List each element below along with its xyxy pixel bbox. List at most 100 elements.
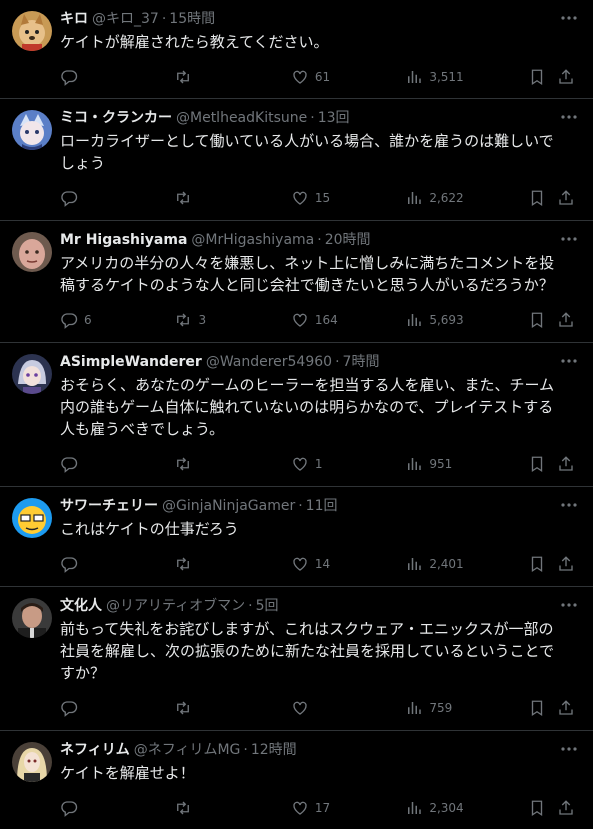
more-icon[interactable] [559,739,579,759]
avatar[interactable] [12,110,52,150]
more-icon[interactable] [559,107,579,127]
bookmark-button[interactable] [528,311,558,329]
timestamp[interactable]: 12時間 [251,741,297,759]
bookmark-button[interactable] [528,189,558,207]
more-icon[interactable] [559,229,579,249]
bookmark-icon [531,700,542,717]
like-button[interactable]: 61 [291,68,405,86]
bookmark-button[interactable] [528,455,558,473]
timestamp[interactable]: 15時間 [169,10,215,28]
user-handle[interactable]: @ネフィリムMG [134,741,241,759]
like-button[interactable]: 15 [291,189,405,207]
bookmark-button[interactable] [528,68,558,86]
reply-button[interactable] [60,799,174,817]
reply-tweet[interactable]: 文化人 @リアリティオブマン · 5回 前もって失礼をお詫びしますが、これはスク… [0,587,593,731]
retweet-button[interactable] [174,799,290,817]
tweet-actions: 15 2,622 [60,178,577,218]
retweet-button[interactable] [174,68,290,86]
display-name[interactable]: サワーチェリー [60,497,158,515]
separator: · [161,11,167,27]
timestamp[interactable]: 20時間 [325,231,371,249]
user-handle[interactable]: @GinjaNinjaGamer [162,497,295,515]
views-button[interactable]: 2,622 [405,189,527,207]
separator: · [335,354,340,370]
views-button[interactable]: 5,693 [405,311,527,329]
share-button[interactable] [557,311,577,329]
timestamp[interactable]: 13回 [318,109,350,127]
reply-button[interactable] [60,189,174,207]
views-button[interactable]: 759 [405,699,527,717]
views-button[interactable]: 2,304 [405,799,527,817]
timestamp[interactable]: 7時間 [343,353,380,371]
timestamp[interactable]: 5回 [256,597,279,615]
tweet-actions: 759 [60,688,577,728]
more-icon[interactable] [559,495,579,515]
like-count: 14 [314,557,331,571]
avatar[interactable] [12,598,52,638]
reply-button[interactable]: 6 [60,311,174,329]
like-count: 17 [314,801,331,815]
user-handle[interactable]: @リアリティオブマン [106,597,245,615]
display-name[interactable]: ASimpleWanderer [60,353,202,371]
views-button[interactable]: 2,401 [405,555,527,573]
bookmark-icon [531,556,542,573]
display-name[interactable]: 文化人 [60,597,102,615]
share-button[interactable] [557,555,577,573]
like-button[interactable]: 164 [291,311,405,329]
reply-button[interactable] [60,699,174,717]
retweet-button[interactable] [174,699,290,717]
like-count: 61 [314,70,331,84]
retweet-button[interactable]: 3 [174,311,290,329]
timestamp[interactable]: 11回 [306,497,338,515]
tweet-actions: 1 951 [60,444,577,484]
avatar[interactable] [12,742,52,782]
reply-button[interactable] [60,555,174,573]
share-button[interactable] [557,699,577,717]
reply-tweet[interactable]: ネフィリム @ネフィリムMG · 12時間 ケイトを解雇せよ！ 17 2,304 [0,731,593,829]
reply-tweet[interactable]: ASimpleWanderer @Wanderer54960 · 7時間 おそら… [0,343,593,487]
retweet-button[interactable] [174,455,290,473]
more-icon[interactable] [559,351,579,371]
user-handle[interactable]: @MrHigashiyama [191,231,314,249]
more-icon[interactable] [559,595,579,615]
reply-tweet[interactable]: キロ @キロ_37 · 15時間 ケイトが解雇されたら教えてください。 61 3… [0,0,593,99]
share-button[interactable] [557,455,577,473]
bookmark-button[interactable] [528,699,558,717]
reply-feed: キロ @キロ_37 · 15時間 ケイトが解雇されたら教えてください。 61 3… [0,0,593,829]
display-name[interactable]: ネフィリム [60,741,130,759]
views-button[interactable]: 3,511 [405,68,527,86]
like-button[interactable]: 17 [291,799,405,817]
share-button[interactable] [557,799,577,817]
reply-button[interactable] [60,455,174,473]
share-button[interactable] [557,189,577,207]
share-button[interactable] [557,68,577,86]
reply-tweet[interactable]: Mr Higashiyama @MrHigashiyama · 20時間 アメリ… [0,221,593,343]
more-icon[interactable] [559,8,579,28]
like-button[interactable]: 14 [291,555,405,573]
display-name[interactable]: キロ [60,10,88,28]
avatar[interactable] [12,498,52,538]
user-handle[interactable]: @キロ_37 [92,10,159,28]
share-icon [559,69,573,84]
user-handle[interactable]: @Wanderer54960 [206,353,332,371]
reply-button[interactable] [60,68,174,86]
separator: · [310,110,315,126]
reply-tweet[interactable]: ミコ・クランカー @MetlheadKitsune · 13回 ローカライザーと… [0,99,593,221]
retweet-button[interactable] [174,555,290,573]
tweet-header: サワーチェリー @GinjaNinjaGamer · 11回 [60,497,577,515]
like-button[interactable]: 1 [291,455,405,473]
bookmark-button[interactable] [528,555,558,573]
display-name[interactable]: ミコ・クランカー [60,109,172,127]
views-button[interactable]: 951 [405,455,527,473]
avatar[interactable] [12,11,52,51]
tweet-text: 前もって失礼をお詫びしますが、これはスクウェア・エニックスが一部の社員を解雇し、… [60,620,555,682]
like-button[interactable] [291,699,405,717]
avatar[interactable] [12,232,52,272]
tweet-header: ミコ・クランカー @MetlheadKitsune · 13回 [60,109,577,127]
avatar[interactable] [12,354,52,394]
retweet-button[interactable] [174,189,290,207]
reply-tweet[interactable]: サワーチェリー @GinjaNinjaGamer · 11回 これはケイトの仕事… [0,487,593,587]
bookmark-button[interactable] [528,799,558,817]
display-name[interactable]: Mr Higashiyama [60,231,187,249]
user-handle[interactable]: @MetlheadKitsune [176,109,307,127]
